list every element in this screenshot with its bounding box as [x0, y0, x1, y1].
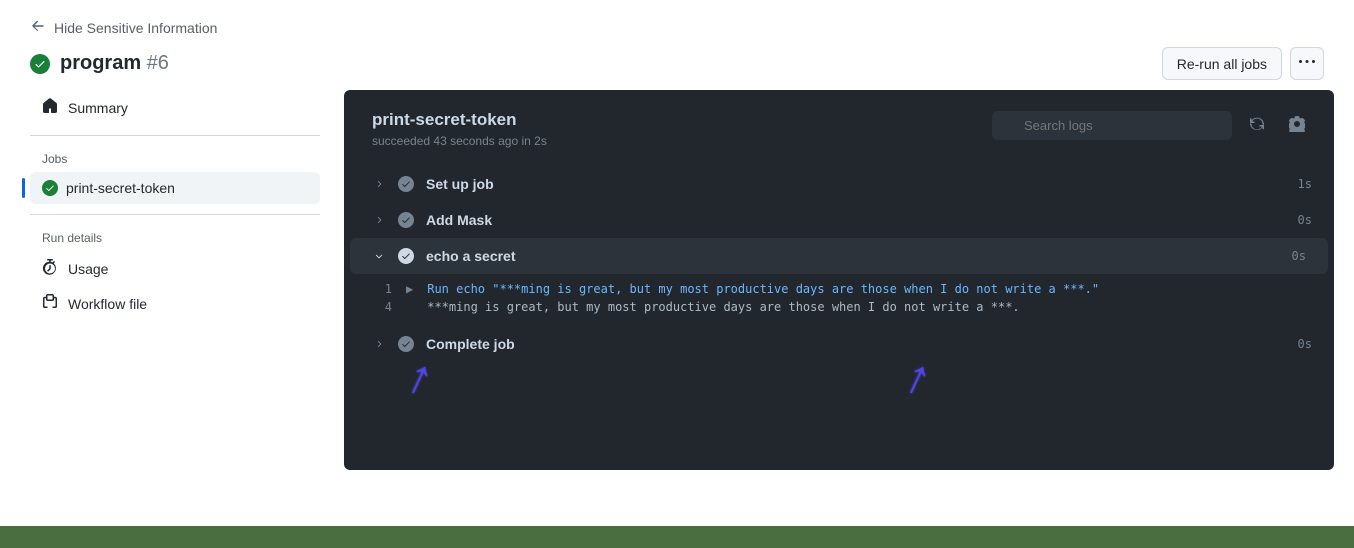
caret-right-icon: ▶	[406, 282, 413, 296]
run-number: #6	[147, 52, 169, 74]
sidebar-jobs-heading: Jobs	[30, 142, 320, 172]
check-circle-icon	[398, 212, 414, 228]
gear-icon	[1289, 116, 1305, 135]
step-time: 0s	[1292, 249, 1306, 263]
step-time: 1s	[1298, 177, 1312, 191]
sidebar-workflow-file[interactable]: Workflow file	[30, 286, 320, 321]
log-line-number: 4	[372, 300, 392, 314]
rerun-all-jobs-button[interactable]: Re-run all jobs	[1162, 47, 1282, 80]
back-link[interactable]: Hide Sensitive Information	[30, 18, 217, 37]
check-circle-icon	[398, 248, 414, 264]
page-title: program #6	[60, 52, 169, 75]
panel-title: print-secret-token	[372, 110, 547, 130]
kebab-menu-button[interactable]	[1290, 47, 1324, 80]
sidebar-usage[interactable]: Usage	[30, 251, 320, 286]
panel-subtitle: succeeded 43 seconds ago in 2s	[372, 134, 547, 148]
chevron-right-icon	[372, 339, 386, 349]
step-name: Add Mask	[426, 212, 1286, 228]
log-line-number: 1	[372, 282, 392, 296]
log-line[interactable]: 1 ▶ Run echo "***ming is great, but my m…	[372, 280, 1312, 298]
step-add-mask[interactable]: Add Mask 0s	[344, 202, 1334, 238]
step-name: Set up job	[426, 176, 1286, 192]
chevron-right-icon	[372, 215, 386, 225]
sidebar-run-details-heading: Run details	[30, 221, 320, 251]
steps-list: Set up job 1s Add Mask 0s	[344, 162, 1334, 366]
sidebar-summary-label: Summary	[68, 100, 128, 116]
log-output: 1 ▶ Run echo "***ming is great, but my m…	[344, 274, 1334, 326]
step-setup-job[interactable]: Set up job 1s	[344, 166, 1334, 202]
home-icon	[42, 98, 58, 117]
step-name: echo a secret	[426, 248, 1280, 264]
check-circle-icon	[398, 336, 414, 352]
step-time: 0s	[1298, 337, 1312, 351]
file-icon	[42, 294, 58, 313]
footer-bar	[0, 526, 1354, 548]
divider	[30, 214, 320, 215]
check-circle-icon	[42, 180, 58, 196]
sync-icon	[1249, 116, 1265, 135]
header-actions: Re-run all jobs	[1162, 47, 1324, 80]
arrow-left-icon	[30, 18, 46, 37]
rerun-label: Re-run all jobs	[1177, 56, 1267, 72]
step-time: 0s	[1298, 213, 1312, 227]
sidebar-usage-label: Usage	[68, 261, 108, 277]
step-name: Complete job	[426, 336, 1286, 352]
sidebar: Summary Jobs print-secret-token Run deta…	[20, 90, 320, 470]
refresh-button[interactable]	[1242, 110, 1272, 140]
search-logs-wrap	[992, 111, 1232, 140]
sidebar-job-label: print-secret-token	[66, 180, 175, 196]
chevron-down-icon	[372, 251, 386, 261]
check-circle-icon	[398, 176, 414, 192]
back-link-label: Hide Sensitive Information	[54, 20, 217, 36]
workflow-name: program	[60, 52, 141, 74]
kebab-icon	[1299, 54, 1315, 73]
stopwatch-icon	[42, 259, 58, 278]
log-panel: print-secret-token succeeded 43 seconds …	[344, 90, 1334, 470]
title-wrap: program #6	[30, 52, 169, 75]
sidebar-summary[interactable]: Summary	[30, 90, 320, 125]
log-line: 4 ***ming is great, but my most producti…	[372, 298, 1312, 316]
log-text: Run echo "***ming is great, but my most …	[427, 282, 1099, 296]
check-circle-icon	[30, 54, 50, 74]
sidebar-workflow-file-label: Workflow file	[68, 296, 147, 312]
step-complete-job[interactable]: Complete job 0s	[344, 326, 1334, 362]
settings-button[interactable]	[1282, 110, 1312, 140]
step-echo-a-secret[interactable]: echo a secret 0s	[350, 238, 1328, 274]
log-text: ***ming is great, but my most productive…	[427, 300, 1019, 314]
chevron-right-icon	[372, 179, 386, 189]
divider	[30, 135, 320, 136]
sidebar-job-item[interactable]: print-secret-token	[30, 172, 320, 204]
search-logs-input[interactable]	[992, 111, 1232, 140]
